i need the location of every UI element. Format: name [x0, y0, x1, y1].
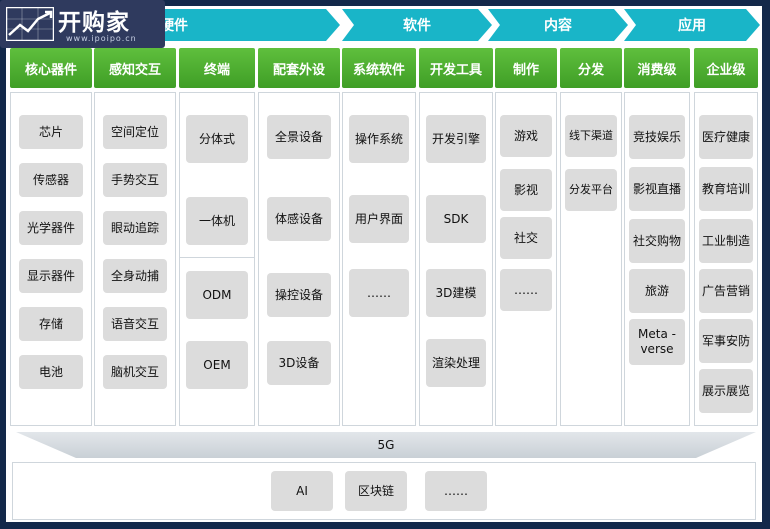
tile-distribution-platform: 分发平台 — [565, 169, 617, 211]
network-5g-bar: 5G — [16, 432, 756, 458]
tile-metaverse: Meta - verse — [629, 319, 685, 365]
tile-split-type: 分体式 — [186, 115, 248, 163]
column-core-components: 芯片 传感器 光学器件 显示器件 存储 电池 — [10, 92, 92, 426]
tile-rendering: 渲染处理 — [426, 339, 486, 387]
tile-sensor: 传感器 — [19, 163, 83, 197]
tile-spatial-positioning: 空间定位 — [103, 115, 167, 149]
tile-brain-computer: 脑机交互 — [103, 355, 167, 389]
terminal-divider — [180, 257, 254, 258]
tile-optics: 光学器件 — [19, 211, 83, 245]
tile-film-live: 影视直播 — [629, 167, 685, 211]
logo-url: www.ipoipo.cn — [66, 34, 137, 43]
header-core-components: 核心器件 — [10, 48, 92, 88]
tile-eye-tracking: 眼动追踪 — [103, 211, 167, 245]
tile-industrial-manufacturing: 工业制造 — [699, 219, 753, 263]
industry-map: 硬件 软件 内容 应用 核心器件 感知交互 终端 配套外设 系统软件 开发工具 … — [6, 6, 762, 522]
tile-blockchain: 区块链 — [345, 471, 407, 511]
brand-logo: 开购家 www.ipoipo.cn — [0, 0, 165, 48]
column-consumer: 竞技娱乐 影视直播 社交购物 旅游 Meta - verse — [624, 92, 690, 426]
tile-chip: 芯片 — [19, 115, 83, 149]
logo-title: 开购家 — [58, 10, 130, 36]
tile-medical-health: 医疗健康 — [699, 115, 753, 159]
tile-motion-capture: 全身动捕 — [103, 259, 167, 293]
tile-all-in-one: 一体机 — [186, 197, 248, 245]
tile-production-more: …… — [500, 269, 552, 311]
header-distribution: 分发 — [560, 48, 622, 88]
header-enterprise: 企业级 — [694, 48, 758, 88]
column-terminal: 分体式 一体机 ODM OEM — [179, 92, 255, 426]
tile-panoramic-device: 全景设备 — [267, 115, 331, 159]
tile-voice-interaction: 语音交互 — [103, 307, 167, 341]
tile-film: 影视 — [500, 169, 552, 211]
header-dev-tools: 开发工具 — [419, 48, 493, 88]
tile-games: 游戏 — [500, 115, 552, 157]
header-terminal: 终端 — [179, 48, 255, 88]
tile-oem: OEM — [186, 341, 248, 389]
tile-motion-sensing-device: 体感设备 — [267, 197, 331, 241]
header-perception-interaction: 感知交互 — [94, 48, 176, 88]
tile-3d-modeling: 3D建模 — [426, 269, 486, 317]
tile-offline-channels: 线下渠道 — [565, 115, 617, 157]
tile-odm: ODM — [186, 271, 248, 319]
tile-military-security: 军事安防 — [699, 319, 753, 363]
header-peripherals: 配套外设 — [258, 48, 340, 88]
tile-display: 显示器件 — [19, 259, 83, 293]
column-system-software: 操作系统 用户界面 …… — [342, 92, 416, 426]
tile-gesture-interaction: 手势交互 — [103, 163, 167, 197]
tile-user-interface: 用户界面 — [349, 195, 409, 243]
tile-3d-device: 3D设备 — [267, 341, 331, 385]
tile-sdk: SDK — [426, 195, 486, 243]
tile-storage: 存储 — [19, 307, 83, 341]
tile-operating-system: 操作系统 — [349, 115, 409, 163]
category-application: 应用 — [624, 9, 760, 41]
category-software: 软件 — [342, 9, 492, 41]
header-production: 制作 — [495, 48, 557, 88]
tile-social-shopping: 社交购物 — [629, 219, 685, 263]
tile-esports-entertainment: 竞技娱乐 — [629, 115, 685, 159]
header-system-software: 系统软件 — [342, 48, 416, 88]
tile-ai: AI — [271, 471, 333, 511]
tile-software-more: …… — [349, 269, 409, 317]
tile-base-more: …… — [425, 471, 487, 511]
column-dev-tools: 开发引擎 SDK 3D建模 渲染处理 — [419, 92, 493, 426]
column-perception-interaction: 空间定位 手势交互 眼动追踪 全身动捕 语音交互 脑机交互 — [94, 92, 176, 426]
growth-chart-icon — [6, 7, 54, 41]
category-content: 内容 — [488, 9, 628, 41]
tile-exhibition: 展示展览 — [699, 369, 753, 413]
tile-tourism: 旅游 — [629, 269, 685, 313]
tile-control-device: 操控设备 — [267, 273, 331, 317]
column-peripherals: 全景设备 体感设备 操控设备 3D设备 — [258, 92, 340, 426]
base-technologies: AI 区块链 …… — [12, 462, 756, 520]
column-enterprise: 医疗健康 教育培训 工业制造 广告营销 军事安防 展示展览 — [694, 92, 758, 426]
header-consumer: 消费级 — [624, 48, 690, 88]
column-distribution: 线下渠道 分发平台 — [560, 92, 622, 426]
tile-dev-engine: 开发引擎 — [426, 115, 486, 163]
tile-advertising-marketing: 广告营销 — [699, 269, 753, 313]
tile-education-training: 教育培训 — [699, 167, 753, 211]
tile-social: 社交 — [500, 217, 552, 259]
tile-battery: 电池 — [19, 355, 83, 389]
column-production: 游戏 影视 社交 …… — [495, 92, 557, 426]
